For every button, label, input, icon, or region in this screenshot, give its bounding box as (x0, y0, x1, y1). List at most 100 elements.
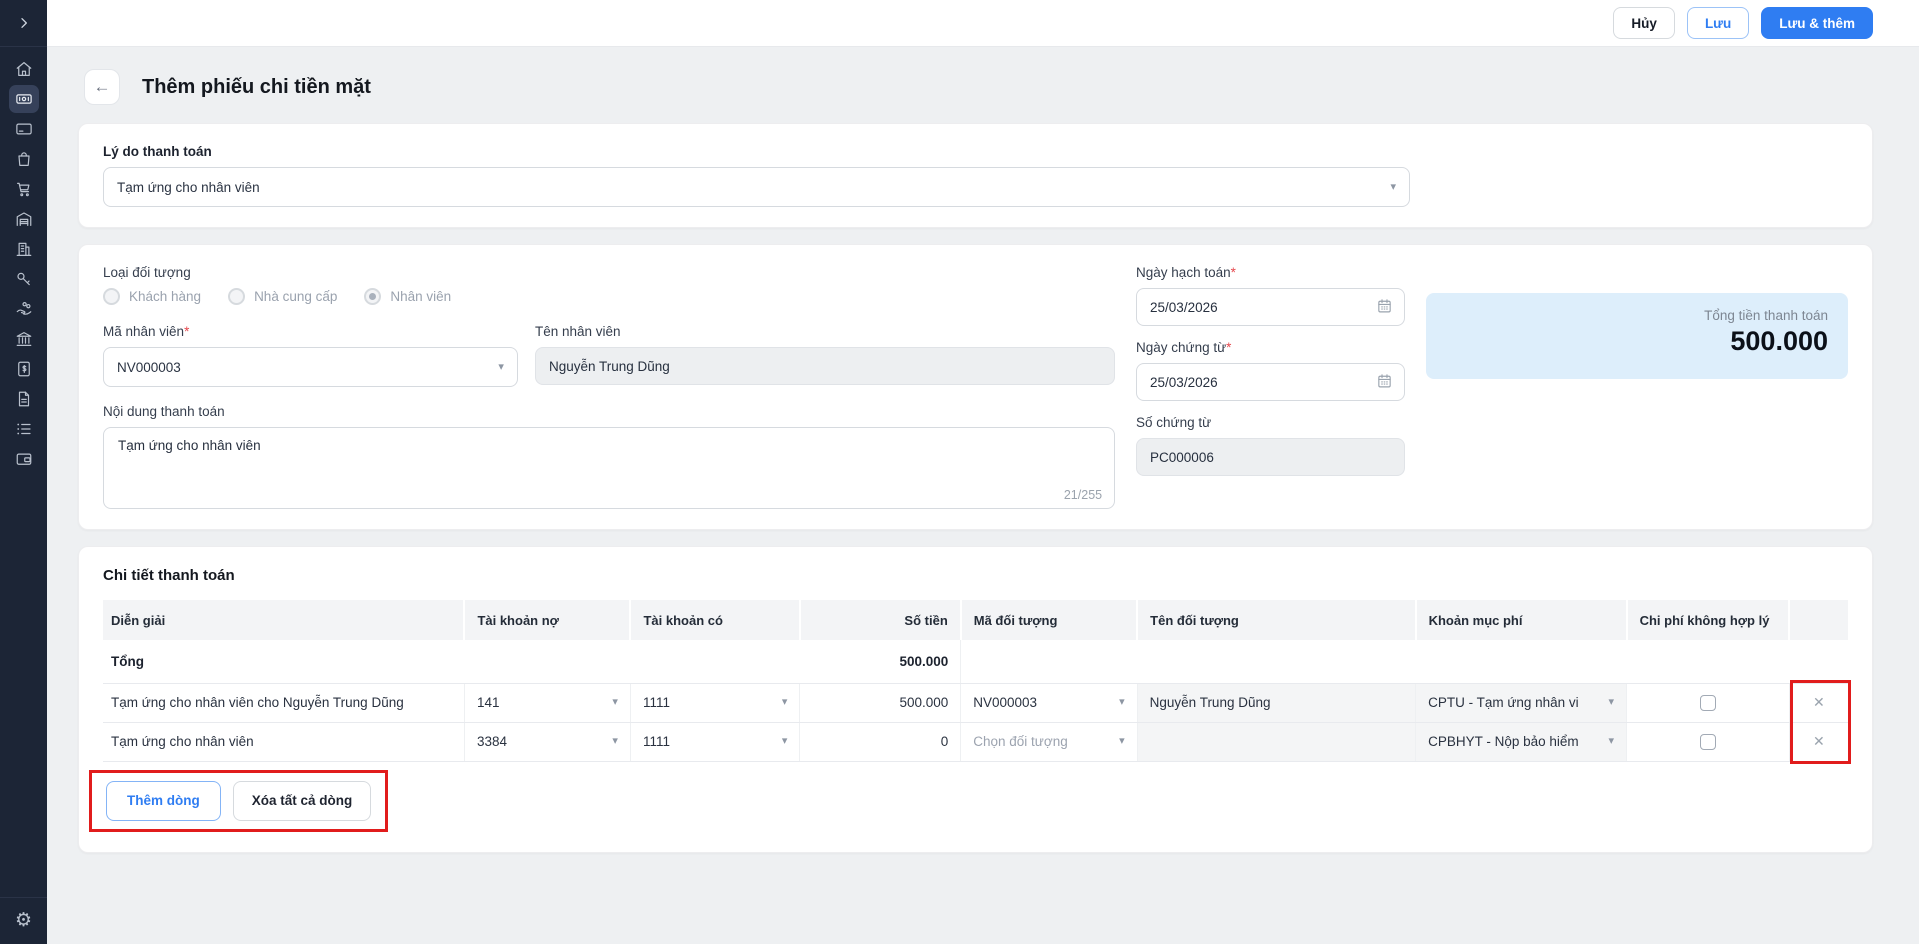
sidebar-item-hand-coins[interactable] (9, 295, 39, 323)
employee-name-value: Nguyễn Trung Dũng (549, 359, 670, 374)
payment-content-textarea[interactable]: Tạm ứng cho nhân viên 21/255 (103, 427, 1115, 509)
invalid-expense-cell (1627, 722, 1790, 761)
chevron-down-icon: ▾ (612, 736, 618, 747)
main-area: Hủy Lưu Lưu & thêm ← Thêm phiếu chi tiền… (47, 0, 1919, 944)
credit-account-select[interactable]: 1111 ▾ (630, 683, 799, 722)
total-row-label: Tổng (103, 640, 464, 683)
shopping-cart-icon (15, 180, 33, 198)
invalid-expense-cell (1627, 683, 1790, 722)
sidebar-item-wallet[interactable] (9, 445, 39, 473)
posting-date-label: Ngày hạch toán* (1136, 265, 1405, 280)
invalid-expense-checkbox[interactable] (1700, 695, 1716, 711)
details-card: Chi tiết thanh toán Diễn giải Tài khoản … (78, 546, 1873, 853)
chevron-down-icon: ▾ (782, 697, 788, 708)
expense-item-select[interactable]: CPBHYT - Nộp bảo hiểm▾ (1416, 722, 1627, 761)
radio-label: Khách hàng (129, 289, 201, 304)
document-date-value: 25/03/2026 (1150, 375, 1218, 390)
close-icon: ✕ (1813, 694, 1825, 710)
close-icon: ✕ (1813, 733, 1825, 749)
credit-card-icon (15, 120, 33, 138)
object-type-label: Loại đối tượng (103, 265, 1115, 280)
chevron-down-icon: ▾ (1609, 736, 1615, 747)
invalid-expense-checkbox[interactable] (1700, 734, 1716, 750)
table-row: Tạm ứng cho nhân viên cho Nguyễn Trung D… (103, 683, 1848, 722)
sidebar: ⚙ (0, 0, 47, 944)
credit-account-select[interactable]: 1111 ▾ (630, 722, 799, 761)
sidebar-expand-button[interactable] (0, 0, 47, 47)
employee-name-input: Nguyễn Trung Dũng (535, 347, 1115, 385)
chevron-right-icon (16, 15, 32, 31)
document-date-input[interactable]: 25/03/2026 (1136, 363, 1405, 401)
char-counter: 21/255 (1064, 488, 1102, 502)
col-khoan-muc-phi: Khoản mục phí (1416, 600, 1627, 640)
sidebar-item-list[interactable] (9, 415, 39, 443)
sidebar-item-home[interactable] (9, 55, 39, 83)
back-arrow-icon: ← (94, 77, 111, 97)
cancel-button[interactable]: Hủy (1613, 7, 1675, 39)
radio-icon (103, 288, 120, 305)
payment-content-value: Tạm ứng cho nhân viên (118, 438, 261, 453)
sidebar-item-document[interactable] (9, 385, 39, 413)
employee-code-field: Mã nhân viên* NV000003 ▾ (103, 324, 518, 387)
employee-code-label: Mã nhân viên* (103, 324, 518, 339)
info-card: Loại đối tượng Khách hàng Nhà cung cấp (78, 244, 1873, 530)
save-and-add-button[interactable]: Lưu & thêm (1761, 7, 1873, 39)
list-icon (15, 420, 33, 438)
sidebar-item-bank[interactable] (9, 325, 39, 353)
reason-value: Tạm ứng cho nhân viên (117, 180, 260, 195)
reason-select[interactable]: Tạm ứng cho nhân viên ▾ (103, 167, 1410, 207)
employee-code-select[interactable]: NV000003 ▾ (103, 347, 518, 387)
radio-icon (228, 288, 245, 305)
credit-account-value: 1111 (643, 695, 670, 710)
info-left-column: Loại đối tượng Khách hàng Nhà cung cấp (103, 265, 1115, 509)
sidebar-item-shopping-cart[interactable] (9, 175, 39, 203)
debit-account-select[interactable]: 3384 ▾ (464, 722, 630, 761)
sidebar-item-credit-card[interactable] (9, 115, 39, 143)
wallet-icon (15, 450, 33, 468)
sidebar-item-key[interactable] (9, 265, 39, 293)
object-code-select[interactable]: NV000003▾ (961, 683, 1137, 722)
sidebar-item-invoice[interactable] (9, 355, 39, 383)
col-chi-phi-khong-hop-ly: Chi phí không hợp lý (1627, 600, 1790, 640)
chevron-down-icon: ▾ (612, 697, 618, 708)
payment-content-label: Nội dung thanh toán (103, 404, 1115, 419)
reason-label: Lý do thanh toán (103, 144, 1848, 159)
add-row-button[interactable]: Thêm dòng (106, 781, 221, 821)
expense-item-select[interactable]: CPTU - Tạm ứng nhân vi▾ (1416, 683, 1627, 722)
sidebar-item-cash[interactable] (9, 85, 39, 113)
bank-icon (15, 330, 33, 348)
object-code-value: NV000003 (973, 695, 1037, 710)
table-row: Tạm ứng cho nhân viên 3384 ▾ 1111 ▾ 0 Chọn… (103, 722, 1848, 761)
credit-account-value: 1111 (643, 734, 670, 749)
delete-row-button[interactable]: ✕ (1789, 722, 1848, 761)
chevron-down-icon: ▾ (1609, 697, 1615, 708)
posting-date-input[interactable]: 25/03/2026 (1136, 288, 1405, 326)
radio-checked-icon (364, 288, 381, 305)
sidebar-item-settings[interactable]: ⚙ (0, 897, 47, 944)
document-date-label: Ngày chứng từ* (1136, 340, 1405, 355)
page-content: ← Thêm phiếu chi tiền mặt Lý do thanh to… (47, 47, 1919, 869)
delete-row-button[interactable]: ✕ (1789, 683, 1848, 722)
document-no-label: Số chứng từ (1136, 415, 1405, 430)
description-cell[interactable]: Tạm ứng cho nhân viên (103, 722, 464, 761)
back-button[interactable]: ← (84, 69, 120, 105)
sidebar-item-warehouse[interactable] (9, 205, 39, 233)
calendar-icon (1376, 372, 1393, 392)
object-name-cell (1137, 722, 1415, 761)
radio-nha-cung-cap: Nhà cung cấp (228, 288, 337, 305)
debit-account-select[interactable]: 141▾ (464, 683, 630, 722)
sidebar-item-shopping-bag[interactable] (9, 145, 39, 173)
radio-nhan-vien: Nhân viên (364, 288, 451, 305)
description-cell[interactable]: Tạm ứng cho nhân viên cho Nguyễn Trung D… (103, 683, 464, 722)
amount-cell[interactable]: 500.000 (800, 683, 961, 722)
delete-all-rows-button[interactable]: Xóa tất cả dòng (233, 781, 372, 821)
document-icon (15, 390, 33, 408)
object-code-select[interactable]: Chọn đối tượng▾ (961, 722, 1137, 761)
details-table: Diễn giải Tài khoản nợ Tài khoản có Số t… (103, 600, 1848, 762)
radio-khach-hang: Khách hàng (103, 288, 201, 305)
save-button[interactable]: Lưu (1687, 7, 1749, 39)
sidebar-item-company[interactable] (9, 235, 39, 263)
chevron-down-icon: ▾ (782, 736, 788, 747)
debit-account-value: 3384 (477, 734, 507, 749)
amount-cell[interactable]: 0 (800, 722, 961, 761)
